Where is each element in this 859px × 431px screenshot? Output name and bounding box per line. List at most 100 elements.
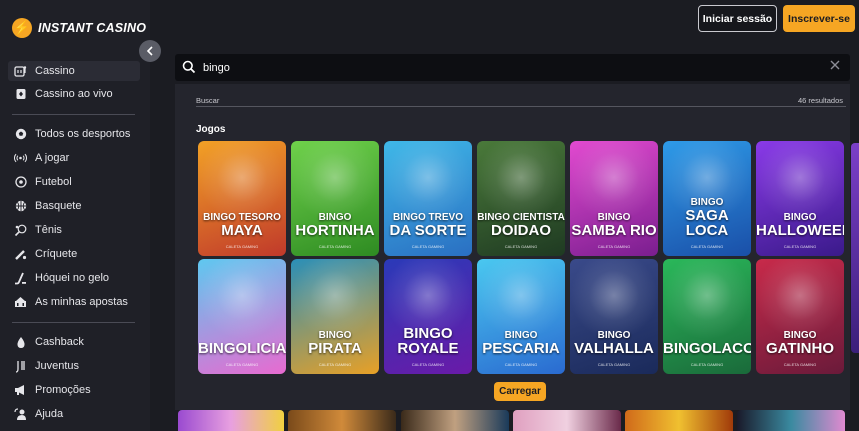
basketball-icon <box>14 200 27 213</box>
game-provider: CALETA GAMING <box>504 244 538 249</box>
game-tile[interactable]: BINGO VALHALLA CALETA GAMING <box>570 259 658 374</box>
game-tile[interactable]: BINGO SAMBA RIO CALETA GAMING <box>570 141 658 256</box>
register-button[interactable]: Inscrever-se <box>783 5 855 32</box>
results-count: 46 resultados <box>798 96 844 105</box>
game-tile-partial[interactable] <box>178 410 284 431</box>
brand-logo[interactable]: ⚡ INSTANT CASINO <box>12 18 146 38</box>
game-title: BINGO GATINHO <box>756 331 844 357</box>
game-title: BINGOLACO <box>663 341 751 356</box>
game-tile[interactable]: BINGO PESCARIA CALETA GAMING <box>477 259 565 374</box>
help-icon <box>14 407 27 421</box>
login-button[interactable]: Iniciar sessão <box>698 5 777 32</box>
collapse-sidebar-button[interactable] <box>139 40 161 62</box>
sidebar-item-ajuda[interactable]: Ajuda <box>8 404 140 424</box>
game-provider: CALETA GAMING <box>690 362 724 367</box>
game-title-line2: MAYA <box>221 222 263 239</box>
game-tile-partial[interactable] <box>625 410 733 431</box>
game-tile[interactable]: BINGO TESORO MAYA CALETA GAMING <box>198 141 286 256</box>
search-input[interactable] <box>201 57 805 79</box>
game-title-line2: SAGA LOCA <box>685 207 729 239</box>
game-tile[interactable]: BINGO PIRATA CALETA GAMING <box>291 259 379 374</box>
sidebar-item-as-minhas-apostas[interactable]: As minhas apostas <box>8 292 140 312</box>
section-title-jogos: Jogos <box>196 124 226 135</box>
sidebar-item-label: Cassino <box>35 65 75 77</box>
game-provider: CALETA GAMING <box>504 362 538 367</box>
sidebar-item-label: Todos os desportos <box>35 128 131 140</box>
sidebar-item-juventus[interactable]: Juventus <box>8 356 140 376</box>
game-tile[interactable]: BINGO ROYALE CALETA GAMING <box>384 259 472 374</box>
load-more-button[interactable]: Carregar <box>494 382 546 401</box>
game-title: BINGO TREVO DA SORTE <box>384 213 472 239</box>
game-title-line2: SAMBA RIO <box>571 222 657 239</box>
game-tile-partial[interactable] <box>851 143 859 353</box>
game-title: BINGO TESORO MAYA <box>198 213 286 239</box>
game-tile-partial[interactable] <box>288 410 396 431</box>
game-title: BINGO CIENTISTA DOIDAO <box>477 213 565 239</box>
game-title: BINGO SAGA LOCA <box>663 198 751 239</box>
game-tile[interactable]: BINGO HALLOWEEN CALETA GAMING <box>756 141 844 256</box>
game-provider: CALETA GAMING <box>225 362 259 367</box>
football-icon <box>14 176 27 189</box>
search-icon <box>182 60 196 74</box>
sidebar-item-criquete[interactable]: Críquete <box>8 244 140 264</box>
game-tile[interactable]: BINGO CIENTISTA DOIDAO CALETA GAMING <box>477 141 565 256</box>
game-title-line2: DA SORTE <box>389 222 467 239</box>
game-artwork <box>570 259 658 340</box>
sidebar-item-todos-os-desportos[interactable]: Todos os desportos <box>8 124 140 144</box>
game-artwork <box>198 259 286 340</box>
megaphone-icon <box>14 384 27 397</box>
game-artwork <box>291 259 379 340</box>
sidebar-item-label: Basquete <box>35 200 82 212</box>
sidebar-divider <box>12 322 135 323</box>
live-signal-icon <box>14 152 27 165</box>
sidebar-item-label: Ajuda <box>35 408 64 420</box>
game-title-line2: BINGOLACO <box>663 340 751 357</box>
game-title: BINGO HORTINHA <box>291 213 379 239</box>
sidebar-item-a-jogar[interactable]: A jogar <box>8 148 140 168</box>
sidebar-item-label: Futebol <box>35 176 72 188</box>
game-tile-partial[interactable] <box>513 410 621 431</box>
search-results-label: Buscar <box>196 96 220 105</box>
sidebar: ⚡ INSTANT CASINO Cassino Cassino ao vivo… <box>0 0 150 431</box>
game-tile-partial[interactable] <box>737 410 845 431</box>
sidebar-item-promocoes[interactable]: Promoções <box>8 380 140 400</box>
game-artwork <box>477 141 565 222</box>
results-divider <box>196 106 846 107</box>
close-icon[interactable] <box>828 59 842 73</box>
chevron-left-icon <box>146 46 153 56</box>
sidebar-item-cashback[interactable]: Cashback <box>8 332 140 352</box>
game-artwork <box>756 141 844 222</box>
game-title-line2: PESCARIA <box>482 340 560 357</box>
game-provider: CALETA GAMING <box>597 244 631 249</box>
sidebar-item-basquete[interactable]: Basquete <box>8 196 140 216</box>
game-artwork <box>384 141 472 222</box>
game-tile[interactable]: BINGOLICIA CALETA GAMING <box>198 259 286 374</box>
search-bar <box>175 54 850 81</box>
sidebar-item-label: Juventus <box>35 360 80 372</box>
sidebar-item-futebol[interactable]: Futebol <box>8 172 140 192</box>
brand-name: INSTANT CASINO <box>38 21 147 35</box>
game-title: BINGO SAMBA RIO <box>570 213 658 239</box>
sidebar-item-hoquei-no-gelo[interactable]: Hóquei no gelo <box>8 268 140 288</box>
game-tile[interactable]: BINGO TREVO DA SORTE CALETA GAMING <box>384 141 472 256</box>
game-tile[interactable]: BINGOLACO CALETA GAMING <box>663 259 751 374</box>
game-tile[interactable]: BINGO SAGA LOCA CALETA GAMING <box>663 141 751 256</box>
sidebar-item-cassino[interactable]: Cassino <box>8 61 140 81</box>
game-title: BINGOLICIA <box>198 341 286 356</box>
sidebar-item-tenis[interactable]: Tênis <box>8 220 140 240</box>
game-artwork <box>291 141 379 222</box>
game-tile-partial[interactable] <box>401 410 509 431</box>
live-cards-icon <box>14 88 27 101</box>
juventus-icon <box>14 360 27 373</box>
cashback-icon <box>14 336 27 349</box>
game-tile[interactable]: BINGO HORTINHA CALETA GAMING <box>291 141 379 256</box>
game-title: BINGO ROYALE <box>384 326 472 356</box>
sidebar-item-label: Cassino ao vivo <box>35 88 113 100</box>
sidebar-item-cassino-ao-vivo[interactable]: Cassino ao vivo <box>8 84 140 104</box>
game-title-line2: HALLOWEEN <box>756 222 844 239</box>
game-row-partial <box>175 410 859 431</box>
sidebar-divider <box>12 114 135 115</box>
sidebar-item-label: Cashback <box>35 336 84 348</box>
game-title: BINGO VALHALLA <box>570 331 658 357</box>
game-tile[interactable]: BINGO GATINHO CALETA GAMING <box>756 259 844 374</box>
